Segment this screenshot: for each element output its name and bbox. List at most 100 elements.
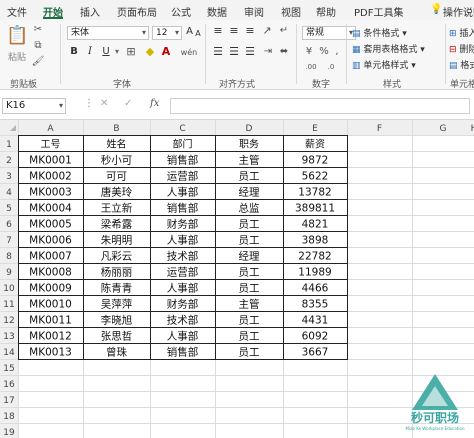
align-top-icon[interactable]: ≡ <box>211 25 225 37</box>
table-cell[interactable]: 王立新 <box>101 202 133 215</box>
align-left-icon[interactable]: ☰ <box>211 46 225 58</box>
row-header-14[interactable]: 14 <box>3 348 15 358</box>
table-cell[interactable]: 秒小可 <box>101 154 133 167</box>
row-header-2[interactable]: 2 <box>6 156 12 166</box>
table-cell[interactable]: 财务部 <box>167 218 199 231</box>
table-header-cell[interactable]: 薪资 <box>305 139 325 151</box>
table-cell[interactable]: 经理 <box>239 250 260 263</box>
phonetic-guide-button[interactable]: wén <box>178 47 200 59</box>
table-cell[interactable]: 人事部 <box>167 282 199 295</box>
table-cell[interactable]: 3898 <box>302 235 329 247</box>
paste-button-label[interactable]: 粘贴 <box>6 52 28 64</box>
table-cell[interactable]: 吴萍萍 <box>101 299 133 311</box>
table-cell[interactable]: 9872 <box>302 155 329 167</box>
align-right-icon[interactable]: ☰ <box>243 46 257 58</box>
table-cell[interactable]: 人事部 <box>167 330 199 343</box>
table-cell[interactable]: MK0007 <box>29 251 72 263</box>
table-cell[interactable]: 唐美玲 <box>101 186 133 199</box>
cut-icon[interactable]: ✂ <box>31 24 45 36</box>
row-header-5[interactable]: 5 <box>6 204 12 214</box>
row-header-6[interactable]: 6 <box>6 220 12 230</box>
row-header-8[interactable]: 8 <box>6 252 12 262</box>
align-middle-icon[interactable]: ≡ <box>227 25 241 37</box>
formula-input[interactable] <box>170 98 470 114</box>
decrease-font-size-button[interactable]: A <box>194 28 202 40</box>
table-cell[interactable]: 总监 <box>239 202 260 215</box>
table-cell[interactable]: MK0006 <box>29 235 72 247</box>
column-header-a[interactable]: A <box>47 124 54 134</box>
name-box[interactable]: K16 ▾ <box>2 98 66 114</box>
row-header-15[interactable]: 15 <box>3 364 14 374</box>
table-cell[interactable]: MK0002 <box>29 171 72 183</box>
table-cell[interactable]: 销售部 <box>167 202 199 215</box>
fill-color-icon[interactable]: ◆ <box>143 46 157 58</box>
table-cell[interactable]: 员工 <box>239 171 260 183</box>
tab-tell-me[interactable]: 操作说明 <box>443 4 474 19</box>
table-cell[interactable]: 员工 <box>239 267 260 279</box>
copy-icon[interactable]: ⧉ <box>31 40 45 52</box>
bold-button[interactable]: B <box>68 46 80 58</box>
table-cell[interactable]: 6092 <box>302 331 329 343</box>
table-cell[interactable]: 主管 <box>239 154 260 167</box>
column-header-e[interactable]: E <box>312 124 318 134</box>
tab-help[interactable]: 帮助 <box>316 4 336 19</box>
font-color-icon[interactable]: A <box>160 46 172 58</box>
increase-font-size-button[interactable]: A <box>185 26 194 38</box>
table-cell[interactable]: 员工 <box>239 315 260 327</box>
align-bottom-icon[interactable]: ≡ <box>243 25 257 37</box>
worksheet-grid[interactable]: ABCDEFGH1234567891011121314151617181920工… <box>0 120 474 438</box>
row-header-13[interactable]: 13 <box>3 332 14 342</box>
table-cell[interactable]: 运营部 <box>167 170 199 183</box>
table-cell[interactable]: 4466 <box>302 283 329 295</box>
tab-review[interactable]: 审阅 <box>244 4 264 19</box>
table-cell[interactable]: 技术部 <box>167 314 199 327</box>
table-cell[interactable]: 技术部 <box>167 250 199 263</box>
column-header-g[interactable]: G <box>440 124 447 134</box>
table-cell[interactable]: MK0013 <box>29 347 72 359</box>
table-cell[interactable]: 员工 <box>239 347 260 359</box>
table-cell[interactable]: MK0005 <box>29 219 72 231</box>
table-cell[interactable]: 人事部 <box>167 186 199 199</box>
table-cell[interactable]: 3667 <box>302 347 329 359</box>
comma-style-icon[interactable]: , <box>332 46 342 58</box>
conditional-format-button[interactable]: ▤ 条件格式 ▾ <box>352 26 407 39</box>
table-cell[interactable]: 可可 <box>106 171 127 183</box>
table-cell[interactable]: 财务部 <box>167 298 199 311</box>
font-size-select[interactable]: 12 ▾ <box>152 26 182 40</box>
merge-center-icon[interactable]: ⬌ <box>278 46 290 58</box>
table-cell[interactable]: 人事部 <box>167 234 199 247</box>
table-cell[interactable]: 389811 <box>295 203 335 215</box>
table-cell[interactable]: 朱明明 <box>101 235 133 247</box>
tab-formulas[interactable]: 公式 <box>171 4 191 19</box>
table-cell[interactable]: 员工 <box>239 283 260 295</box>
row-header-10[interactable]: 10 <box>3 284 15 294</box>
tab-view[interactable]: 视图 <box>281 4 301 19</box>
format-as-table-button[interactable]: ▦ 套用表格格式 ▾ <box>352 42 425 55</box>
number-format-select[interactable]: 常规 ▾ <box>302 26 356 40</box>
table-cell[interactable]: 李晓旭 <box>101 314 133 327</box>
wrap-text-icon[interactable]: ↵ <box>278 25 290 37</box>
table-cell[interactable]: 5622 <box>302 171 329 183</box>
table-cell[interactable]: 员工 <box>239 235 260 247</box>
table-cell[interactable]: 4821 <box>302 219 329 231</box>
tab-pdf-tools[interactable]: PDF工具集 <box>354 4 403 19</box>
table-cell[interactable]: MK0011 <box>29 315 72 327</box>
italic-button[interactable]: I <box>84 46 96 58</box>
align-center-icon[interactable]: ☰ <box>227 46 241 58</box>
table-cell[interactable]: 销售部 <box>167 154 199 167</box>
row-header-19[interactable]: 19 <box>3 428 15 438</box>
paste-icon[interactable]: 📋 <box>6 24 28 50</box>
table-cell[interactable]: 4431 <box>302 315 329 327</box>
delete-cells-button[interactable]: ⊟ 删除 <box>449 42 474 55</box>
table-cell[interactable]: 陈青青 <box>101 282 133 295</box>
table-cell[interactable]: MK0003 <box>29 187 72 199</box>
table-cell[interactable]: 销售部 <box>167 346 199 359</box>
row-header-11[interactable]: 11 <box>3 300 14 310</box>
underline-button[interactable]: U <box>100 46 112 58</box>
row-header-7[interactable]: 7 <box>6 236 12 246</box>
table-cell[interactable]: 8355 <box>302 299 329 311</box>
table-cell[interactable]: MK0008 <box>29 267 72 279</box>
table-cell[interactable]: 经理 <box>239 186 260 199</box>
cancel-icon[interactable]: ✕ <box>100 98 108 109</box>
row-header-16[interactable]: 16 <box>3 380 15 390</box>
